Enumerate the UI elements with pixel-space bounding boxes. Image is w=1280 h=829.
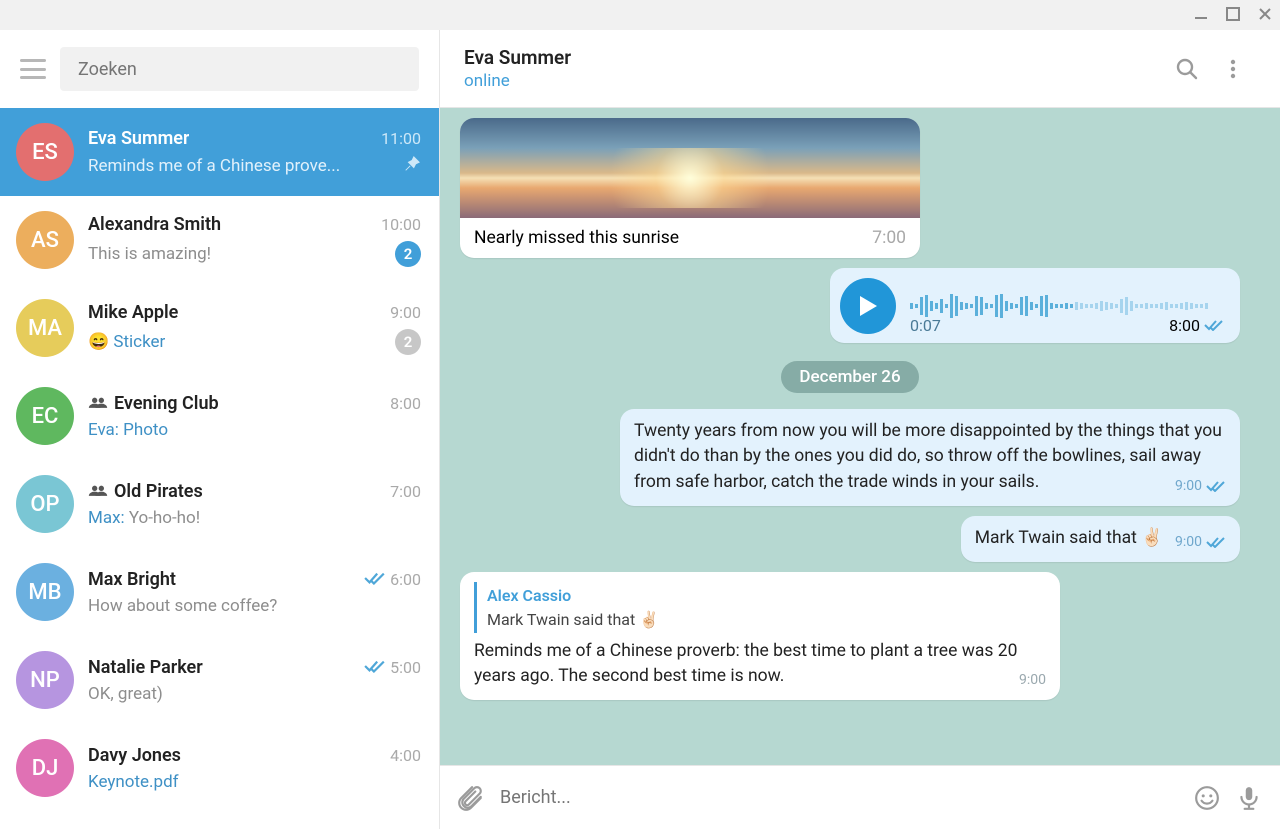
- message-composer: [440, 765, 1280, 829]
- voice-duration: 0:07: [840, 316, 941, 335]
- chat-time: 9:00: [390, 303, 421, 322]
- avatar: OP: [16, 475, 74, 533]
- contact-name: Eva Summer: [464, 46, 1164, 69]
- chat-item[interactable]: AS Alexandra Smith 10:00 This is amazing! 2: [0, 196, 439, 284]
- unread-badge: 2: [395, 241, 421, 267]
- incoming-photo-message[interactable]: Nearly missed this sunrise 7:00: [460, 118, 920, 258]
- chat-name: Natalie Parker: [88, 657, 203, 678]
- avatar: MA: [16, 299, 74, 357]
- chat-item[interactable]: DJ Davy Jones 4:00 Keynote.pdf: [0, 724, 439, 812]
- window-titlebar: [0, 0, 1280, 30]
- voice-record-button[interactable]: [1236, 785, 1262, 811]
- attach-button[interactable]: [458, 785, 484, 811]
- chat-list: ES Eva Summer 11:00 Reminds me of a Chinese…: [0, 108, 439, 829]
- chat-preview: OK, great): [88, 684, 163, 704]
- chat-time: 8:00: [390, 394, 421, 413]
- photo-thumbnail[interactable]: [460, 118, 920, 218]
- reply-text: Mark Twain said that ✌🏻: [487, 608, 1036, 631]
- chat-name: Max Bright: [88, 569, 176, 590]
- read-receipt-icon: [1204, 319, 1224, 331]
- message-text: Mark Twain said that ✌🏻: [975, 528, 1163, 548]
- chat-name: Mike Apple: [88, 302, 178, 323]
- chat-time: 11:00: [381, 129, 421, 148]
- chat-name: Old Pirates: [88, 481, 203, 502]
- chat-time: 10:00: [381, 215, 421, 234]
- minimize-button[interactable]: [1194, 6, 1208, 25]
- reply-preview[interactable]: Alex Cassio Mark Twain said that ✌🏻: [474, 582, 1046, 632]
- maximize-button[interactable]: [1226, 6, 1240, 25]
- outgoing-voice-message[interactable]: 0:07 8:00: [830, 268, 1240, 343]
- message-time: 9:00: [1175, 532, 1226, 552]
- message-time: 9:00: [1019, 670, 1046, 690]
- message-text: Reminds me of a Chinese proverb: the bes…: [474, 641, 1017, 686]
- chat-time: 6:00: [364, 570, 421, 589]
- conversation-header: Eva Summer online: [440, 30, 1280, 108]
- message-time: 7:00: [872, 228, 906, 248]
- chat-time: 5:00: [364, 658, 421, 677]
- avatar: ES: [16, 123, 74, 181]
- chat-item[interactable]: MA Mike Apple 9:00 😄 Sticker 2: [0, 284, 439, 372]
- chat-preview: Keynote.pdf: [88, 772, 179, 792]
- messages-area[interactable]: Nearly missed this sunrise 7:00 0:07: [440, 108, 1280, 765]
- close-button[interactable]: [1258, 6, 1272, 25]
- avatar: EC: [16, 387, 74, 445]
- avatar: DJ: [16, 739, 74, 797]
- search-input[interactable]: [78, 59, 401, 80]
- chat-item[interactable]: OP Old Pirates 7:00 Max: Yo-ho-ho!: [0, 460, 439, 548]
- read-receipt-icon: [364, 658, 386, 677]
- chat-item[interactable]: MB Max Bright 6:00 How about some coffee?: [0, 548, 439, 636]
- read-receipt-icon: [1206, 536, 1226, 548]
- message-input[interactable]: [500, 787, 1178, 808]
- chat-name: Evening Club: [88, 393, 219, 414]
- outgoing-message[interactable]: Mark Twain said that ✌🏻 9:00: [961, 516, 1240, 562]
- read-receipt-icon: [1206, 480, 1226, 492]
- chat-name: Davy Jones: [88, 745, 181, 766]
- chat-preview: 😄 Sticker: [88, 332, 165, 352]
- chat-item[interactable]: ES Eva Summer 11:00 Reminds me of a Chinese…: [0, 108, 439, 196]
- chat-name: Eva Summer: [88, 128, 189, 149]
- menu-button[interactable]: [20, 59, 46, 79]
- chat-preview: This is amazing!: [88, 244, 211, 264]
- search-in-chat-button[interactable]: [1164, 46, 1210, 92]
- more-options-button[interactable]: [1210, 46, 1256, 92]
- chat-preview: How about some coffee?: [88, 596, 277, 616]
- sidebar: ES Eva Summer 11:00 Reminds me of a Chinese…: [0, 30, 440, 829]
- avatar: NP: [16, 651, 74, 709]
- avatar: AS: [16, 211, 74, 269]
- emoji-button[interactable]: [1194, 785, 1220, 811]
- incoming-message-with-reply[interactable]: Alex Cassio Mark Twain said that ✌🏻 Remi…: [460, 572, 1060, 700]
- avatar: MB: [16, 563, 74, 621]
- read-receipt-icon: [364, 570, 386, 589]
- chat-item[interactable]: EC Evening Club 8:00 Eva: Photo: [0, 372, 439, 460]
- group-icon: [88, 393, 108, 414]
- unread-badge: 2: [395, 329, 421, 355]
- chat-preview: Reminds me of a Chinese prove...: [88, 156, 340, 176]
- group-icon: [88, 481, 108, 502]
- chat-preview: Eva: Photo: [88, 420, 168, 440]
- outgoing-message[interactable]: Twenty years from now you will be more d…: [620, 409, 1240, 506]
- reply-sender: Alex Cassio: [487, 584, 1036, 607]
- search-box[interactable]: [60, 47, 419, 91]
- message-text: Twenty years from now you will be more d…: [634, 421, 1222, 492]
- chat-item[interactable]: NP Natalie Parker 5:00 OK, great): [0, 636, 439, 724]
- chat-time: 7:00: [390, 482, 421, 501]
- message-time: 9:00: [1175, 476, 1226, 496]
- chat-time: 4:00: [390, 746, 421, 765]
- chat-preview: Max: Yo-ho-ho!: [88, 508, 200, 528]
- pin-icon: [403, 155, 421, 177]
- contact-status: online: [464, 71, 1164, 91]
- conversation-panel: Eva Summer online Nearly missed this sun…: [440, 30, 1280, 829]
- date-separator: December 26: [781, 361, 918, 393]
- message-time: 8:00: [1169, 316, 1224, 335]
- chat-name: Alexandra Smith: [88, 214, 221, 235]
- photo-caption: Nearly missed this sunrise: [474, 228, 679, 248]
